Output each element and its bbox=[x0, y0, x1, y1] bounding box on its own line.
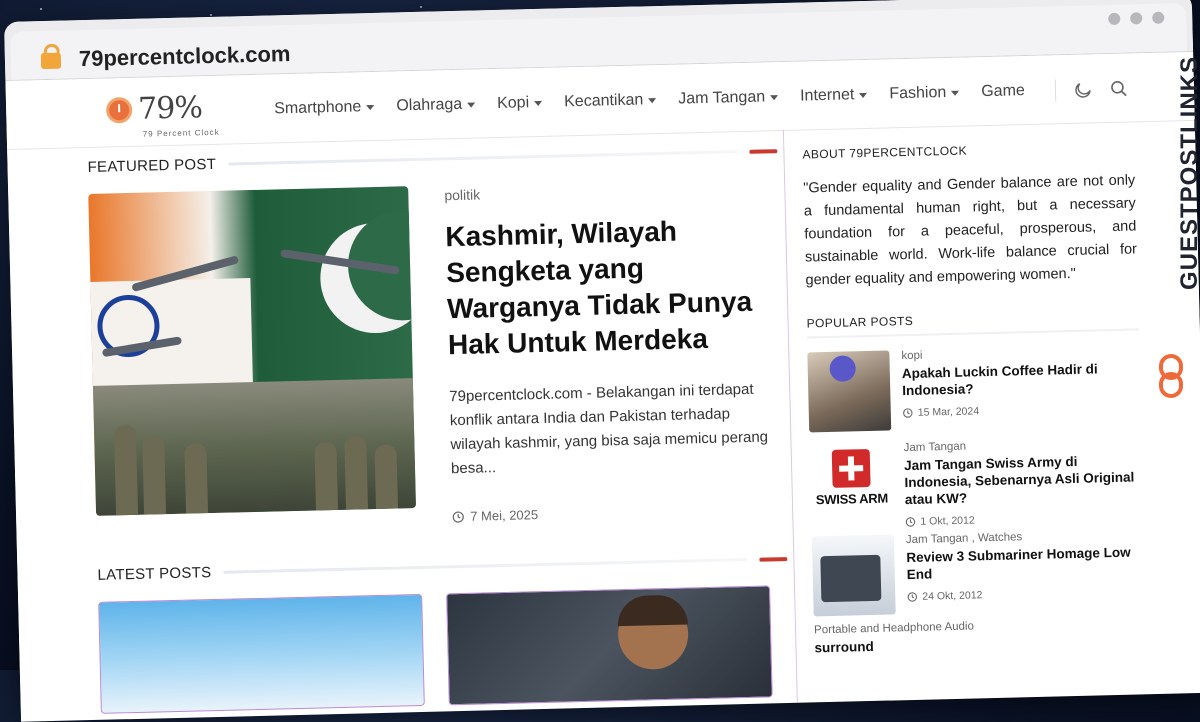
swiss-cross-icon bbox=[831, 448, 871, 488]
window-dot-icon[interactable] bbox=[1130, 12, 1143, 25]
caret-down-icon bbox=[859, 92, 868, 98]
window-dot-icon[interactable] bbox=[1152, 11, 1165, 24]
divider bbox=[806, 328, 1139, 339]
nav-label: Jam Tangan bbox=[678, 88, 766, 108]
main-menu: Smartphone Olahraga Kopi Kecantikan Jam … bbox=[274, 82, 1025, 118]
about-heading: ABOUT 79PERCENTCLOCK bbox=[802, 143, 968, 162]
popular-heading: POPULAR POSTS bbox=[806, 313, 914, 331]
featured-post: politik Kashmir, Wilayah Sengketa yang W… bbox=[88, 177, 786, 533]
caret-down-icon bbox=[366, 104, 375, 110]
logo-tagline: 79 Percent Clock bbox=[142, 127, 220, 139]
main-content: FEATURED POST politik Kashmir, Wilayah S… bbox=[87, 142, 790, 714]
divider bbox=[228, 150, 738, 166]
soldier-figure bbox=[374, 444, 399, 510]
latest-post-card[interactable] bbox=[98, 593, 425, 714]
soldier-figure bbox=[344, 435, 369, 510]
nav-item-jam-tangan[interactable]: Jam Tangan bbox=[678, 88, 779, 108]
latest-section-header: LATEST POSTS bbox=[97, 550, 788, 584]
caret-down-icon bbox=[648, 97, 657, 103]
popular-post-item[interactable]: kopi Apakah Luckin Coffee Hadir di Indon… bbox=[807, 344, 1141, 433]
clock-icon bbox=[905, 517, 916, 527]
accent-bar bbox=[759, 556, 788, 562]
nav-label: Internet bbox=[799, 86, 855, 105]
divider bbox=[223, 557, 748, 574]
post-title[interactable]: Jam Tangan Swiss Army di Indonesia, Sebe… bbox=[904, 451, 1143, 508]
post-date: 7 Mei, 2025 bbox=[452, 501, 772, 524]
clock-icon bbox=[105, 96, 133, 124]
nav-item-kopi[interactable]: Kopi bbox=[496, 94, 543, 113]
post-title[interactable]: Review 3 Submariner Homage Low End bbox=[906, 543, 1145, 583]
nav-item-olahraga[interactable]: Olahraga bbox=[396, 95, 476, 116]
nav-label: Fashion bbox=[889, 84, 947, 103]
window-controls bbox=[1108, 11, 1165, 26]
nav-label: Smartphone bbox=[273, 98, 362, 118]
nav-item-kecantikan[interactable]: Kecantikan bbox=[564, 91, 657, 111]
thumbnail-brand: SWISS ARM bbox=[815, 490, 889, 508]
post-thumbnail[interactable] bbox=[807, 350, 892, 433]
post-date: 1 Okt, 2012 bbox=[905, 510, 1143, 528]
chain-link-icon bbox=[1159, 354, 1183, 398]
clock-icon bbox=[452, 510, 464, 523]
header-tools bbox=[1054, 78, 1129, 102]
latest-posts: LATEST POSTS bbox=[97, 550, 790, 714]
caret-down-icon bbox=[951, 90, 960, 96]
latest-post-card[interactable] bbox=[446, 585, 773, 706]
featured-body: politik Kashmir, Wilayah Sengketa yang W… bbox=[444, 177, 772, 524]
soldier-figure bbox=[142, 436, 167, 515]
nav-item-game[interactable]: Game bbox=[981, 82, 1025, 101]
featured-section-header: FEATURED POST bbox=[87, 142, 778, 176]
section-title: FEATURED POST bbox=[87, 155, 217, 176]
site-logo[interactable]: 79% 79 Percent Clock bbox=[105, 90, 220, 139]
nav-item-smartphone[interactable]: Smartphone bbox=[274, 98, 375, 118]
person-hair bbox=[617, 594, 688, 627]
watermark-text: GUESTPOSTLINKS bbox=[1175, 55, 1200, 291]
browser-window: 79percentclock.com 79% 79 Percent Clock … bbox=[4, 0, 1200, 722]
popular-posts: POPULAR POSTS kopi Apakah Luckin Coffee … bbox=[806, 308, 1146, 656]
featured-image[interactable] bbox=[88, 186, 416, 516]
date-text: 24 Okt, 2012 bbox=[922, 589, 983, 603]
post-thumbnail[interactable]: SWISS ARM bbox=[809, 442, 894, 525]
lock-icon bbox=[40, 52, 62, 70]
caret-down-icon bbox=[534, 100, 543, 106]
search-icon[interactable] bbox=[1110, 80, 1128, 98]
nav-label: Game bbox=[981, 82, 1026, 101]
popular-post-item[interactable]: SWISS ARM Jam Tangan Jam Tangan Swiss Ar… bbox=[809, 436, 1144, 528]
post-thumbnail[interactable] bbox=[811, 534, 896, 617]
watermark: GUESTPOSTLINKS bbox=[1159, 54, 1200, 398]
soldier-figure bbox=[113, 424, 139, 516]
about-text: "Gender equality and Gender balance are … bbox=[803, 172, 1138, 289]
nav-item-internet[interactable]: Internet bbox=[800, 86, 868, 106]
soldier-figure bbox=[184, 443, 209, 514]
dark-mode-icon[interactable] bbox=[1074, 80, 1092, 98]
popular-post-item[interactable]: Jam Tangan , Watches Review 3 Submariner… bbox=[811, 528, 1146, 617]
popular-post-item[interactable]: Portable and Headphone Audio surround bbox=[814, 616, 1147, 656]
soldier-figure bbox=[314, 442, 339, 511]
post-title[interactable]: Kashmir, Wilayah Sengketa yang Warganya … bbox=[445, 211, 768, 363]
site-page: 79% 79 Percent Clock Smartphone Olahraga… bbox=[5, 51, 1200, 721]
post-date: 15 Mar, 2024 bbox=[903, 401, 1141, 419]
url-text[interactable]: 79percentclock.com bbox=[79, 41, 291, 72]
nav-label: Olahraga bbox=[396, 95, 463, 115]
divider bbox=[1054, 79, 1057, 102]
nav-label: Kopi bbox=[496, 94, 530, 112]
date-text: 1 Okt, 2012 bbox=[920, 514, 975, 528]
post-excerpt: 79percentclock.com - Belakangan ini terd… bbox=[449, 380, 769, 478]
post-title[interactable]: Apakah Luckin Coffee Hadir di Indonesia? bbox=[902, 359, 1141, 399]
sidebar: ABOUT 79PERCENTCLOCK "Gender equality an… bbox=[782, 121, 1158, 710]
window-dot-icon[interactable] bbox=[1108, 12, 1121, 26]
nav-item-fashion[interactable]: Fashion bbox=[889, 84, 960, 104]
clock-icon bbox=[907, 592, 918, 602]
post-date: 24 Okt, 2012 bbox=[907, 585, 1145, 603]
accent-bar bbox=[749, 148, 778, 154]
caret-down-icon bbox=[770, 94, 779, 100]
date-text: 7 Mei, 2025 bbox=[470, 507, 539, 524]
clock-icon bbox=[903, 408, 913, 418]
post-category[interactable]: politik bbox=[444, 179, 764, 203]
latest-cards bbox=[98, 585, 791, 714]
nav-label: Kecantikan bbox=[563, 91, 644, 111]
section-title: LATEST POSTS bbox=[97, 564, 212, 584]
caret-down-icon bbox=[467, 102, 476, 108]
logo-wordmark: 79% bbox=[137, 90, 203, 127]
date-text: 15 Mar, 2024 bbox=[917, 405, 980, 419]
